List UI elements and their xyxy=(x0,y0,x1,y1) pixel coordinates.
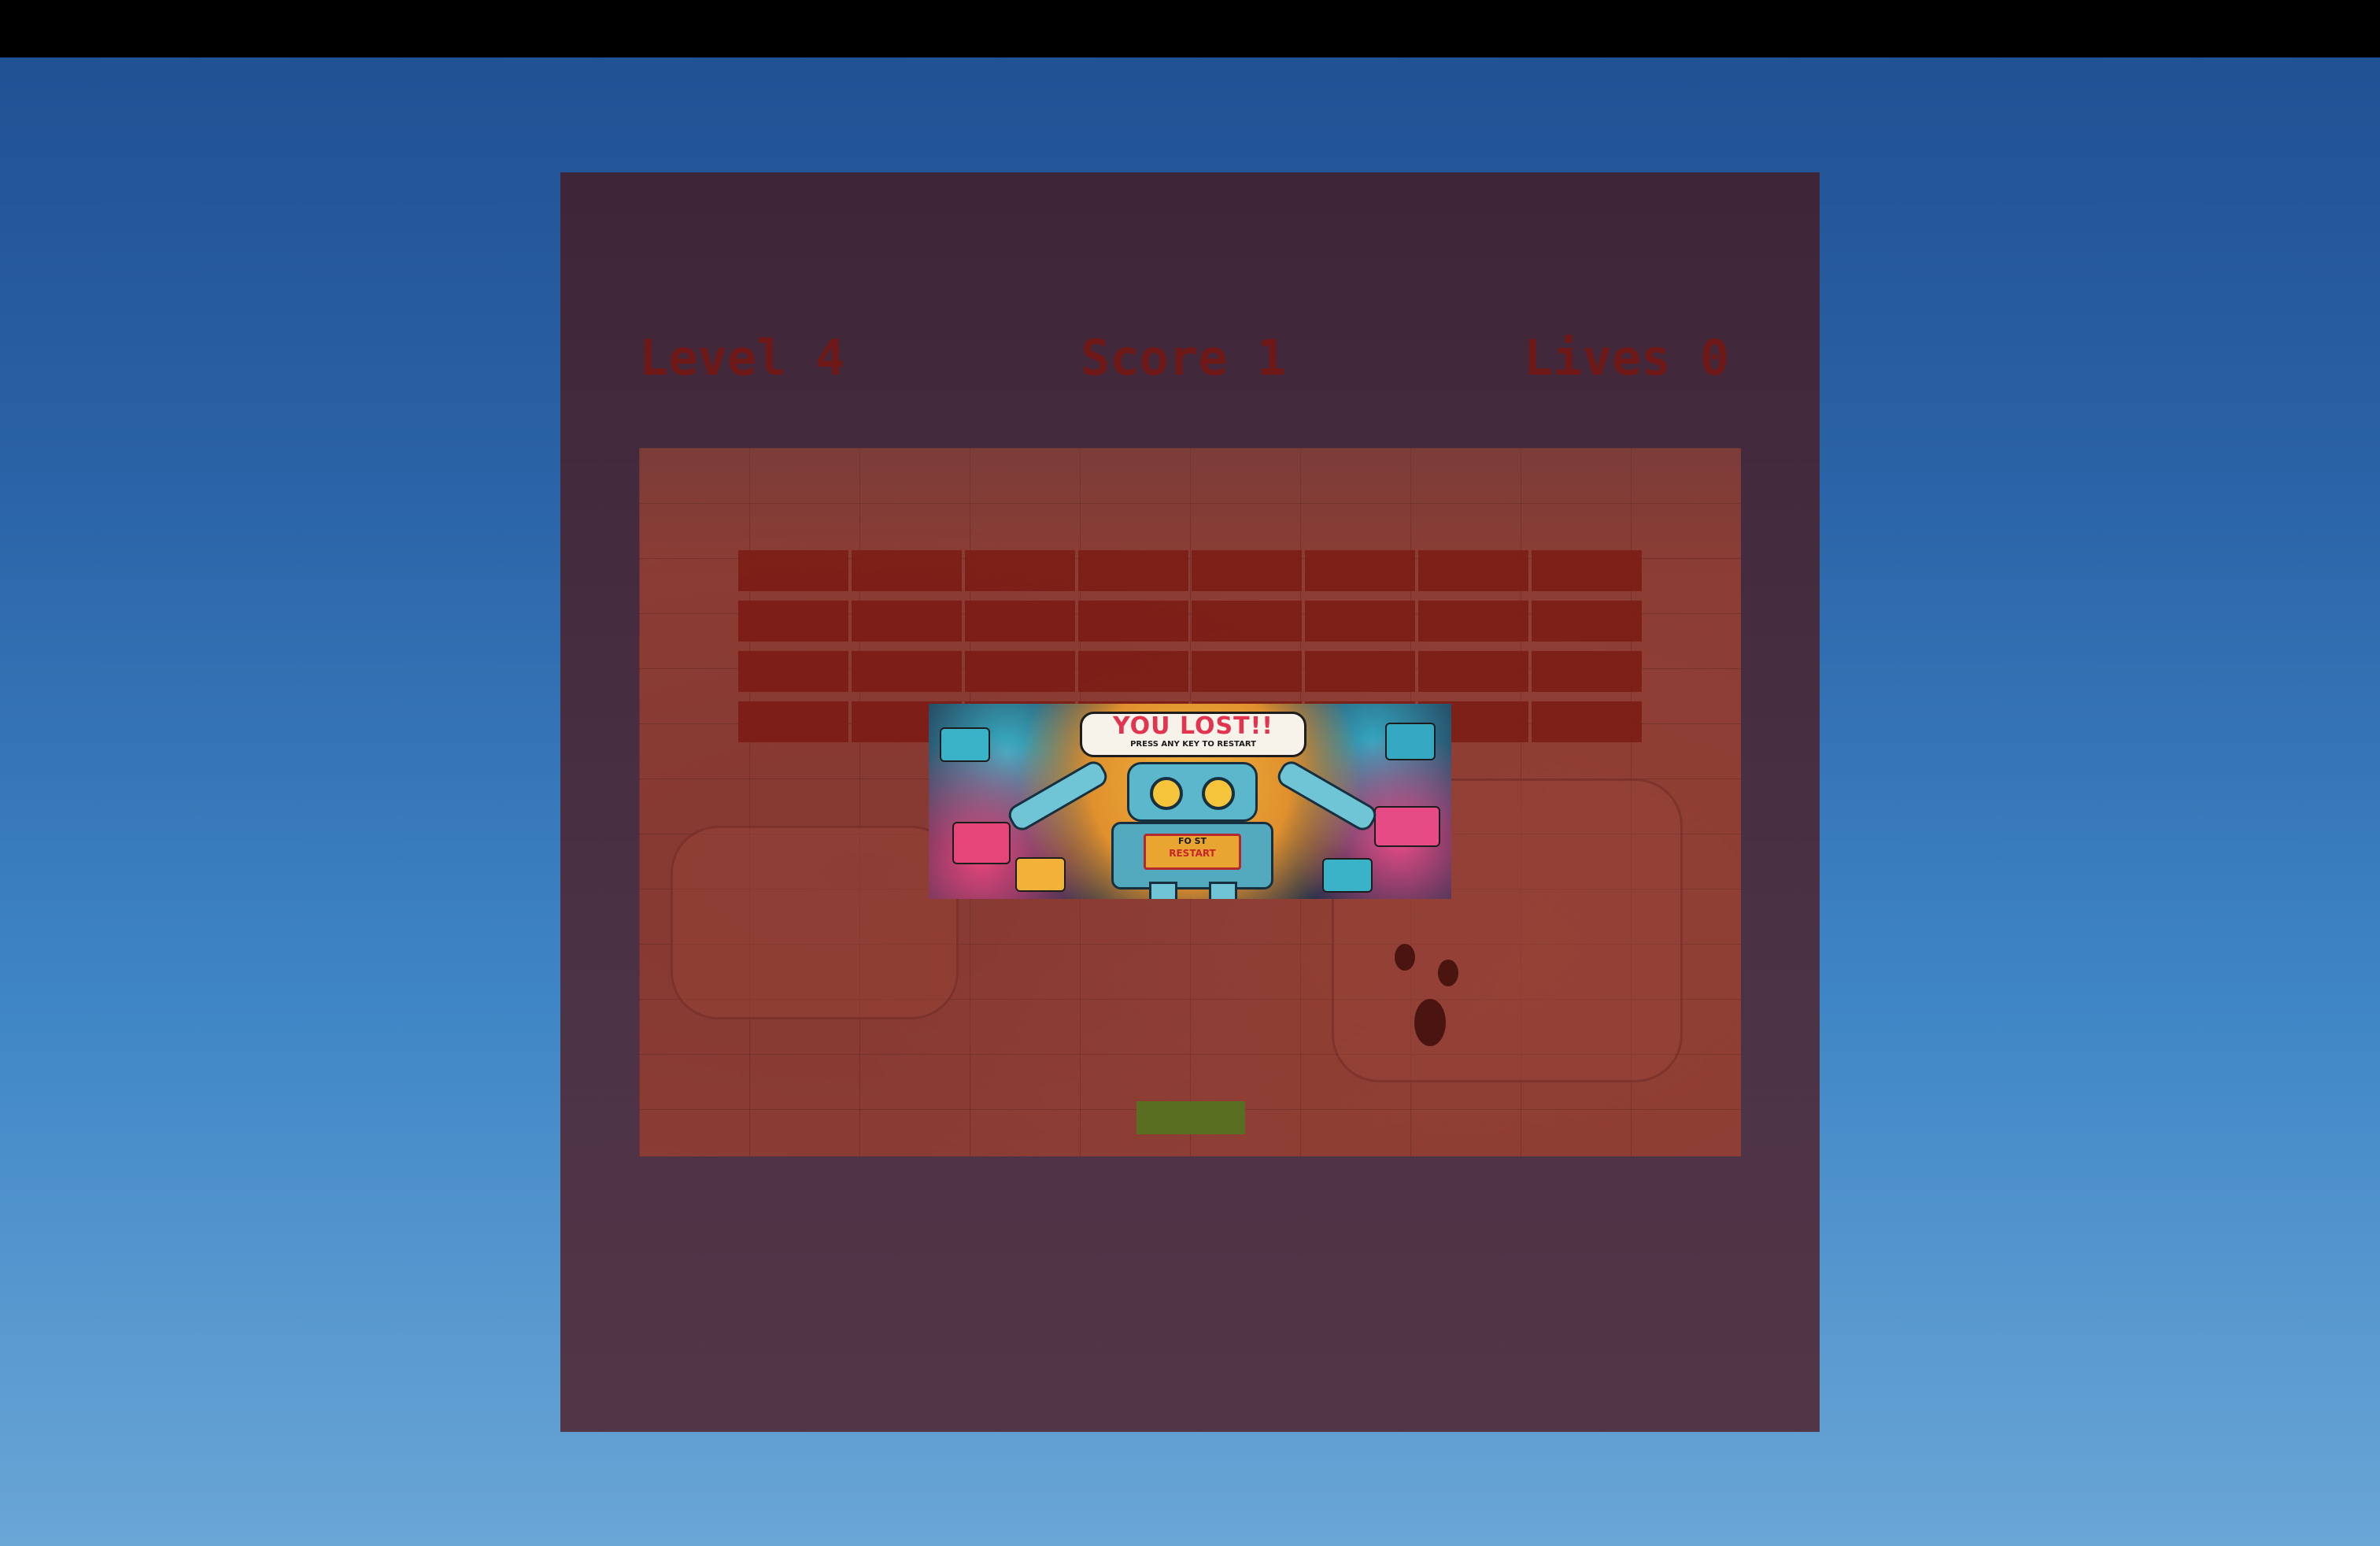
robot-leg-right xyxy=(1209,882,1237,899)
brick xyxy=(1305,550,1415,591)
brick xyxy=(738,550,848,591)
doodle-shape xyxy=(940,727,990,762)
robot-eye-right xyxy=(1202,777,1235,810)
robot-body: FO ST RESTART xyxy=(1111,822,1273,890)
wall-block-left xyxy=(671,826,959,1019)
level-label: Level 4 xyxy=(639,329,845,386)
play-area[interactable]: YOU LOST!! PRESS ANY KEY TO RESTART FO S… xyxy=(639,448,1741,1156)
game-panel: Level 4 Score 1 Lives 0 YOU LOST!! PRESS… xyxy=(560,172,1820,1432)
robot-eye-left xyxy=(1150,777,1183,810)
brick xyxy=(852,550,962,591)
restart-instruction: PRESS ANY KEY TO RESTART xyxy=(1130,740,1256,749)
brick xyxy=(852,651,962,692)
wall-mouth xyxy=(1414,999,1446,1046)
top-bar xyxy=(0,0,2380,57)
wall-eye-left xyxy=(1395,944,1415,971)
brick xyxy=(852,601,962,642)
brick xyxy=(1192,550,1302,591)
doodle-shape xyxy=(1385,723,1436,760)
brick xyxy=(1305,651,1415,692)
lives-label: Lives 0 xyxy=(1524,329,1730,386)
doodle-shape xyxy=(1374,806,1440,847)
wall-eye-right xyxy=(1438,960,1458,986)
brick xyxy=(1532,601,1642,642)
brick xyxy=(1078,651,1188,692)
brick xyxy=(1192,651,1302,692)
brick xyxy=(738,651,848,692)
doodle-shape xyxy=(952,822,1011,864)
brick xyxy=(1418,651,1528,692)
game-over-overlay[interactable]: YOU LOST!! PRESS ANY KEY TO RESTART FO S… xyxy=(929,704,1451,899)
brick xyxy=(1418,601,1528,642)
robot-arm-left xyxy=(1004,757,1111,834)
robot-head xyxy=(1127,762,1258,822)
restart-panel-line1: FO ST xyxy=(1177,836,1207,846)
brick xyxy=(1532,701,1642,742)
brick xyxy=(1418,550,1528,591)
brick xyxy=(1532,550,1642,591)
you-lost-title: YOU LOST!! xyxy=(1113,712,1273,740)
robot-arm-right xyxy=(1273,757,1380,834)
brick xyxy=(965,601,1075,642)
brick xyxy=(1305,601,1415,642)
brick xyxy=(1532,651,1642,692)
score-label: Score 1 xyxy=(1081,329,1287,386)
doodle-shape xyxy=(1015,857,1066,892)
watermark xyxy=(6,61,28,227)
speech-bubble: YOU LOST!! PRESS ANY KEY TO RESTART xyxy=(1080,712,1306,757)
brick xyxy=(738,701,848,742)
brick xyxy=(1078,601,1188,642)
brick xyxy=(1192,601,1302,642)
brick xyxy=(1078,550,1188,591)
paddle[interactable] xyxy=(1136,1101,1245,1134)
robot-leg-left xyxy=(1149,882,1177,899)
brick xyxy=(738,601,848,642)
restart-panel-line2: RESTART xyxy=(1169,848,1216,859)
brick xyxy=(965,550,1075,591)
doodle-shape xyxy=(1322,858,1373,893)
restart-panel: FO ST RESTART xyxy=(1144,834,1241,870)
brick xyxy=(965,651,1075,692)
